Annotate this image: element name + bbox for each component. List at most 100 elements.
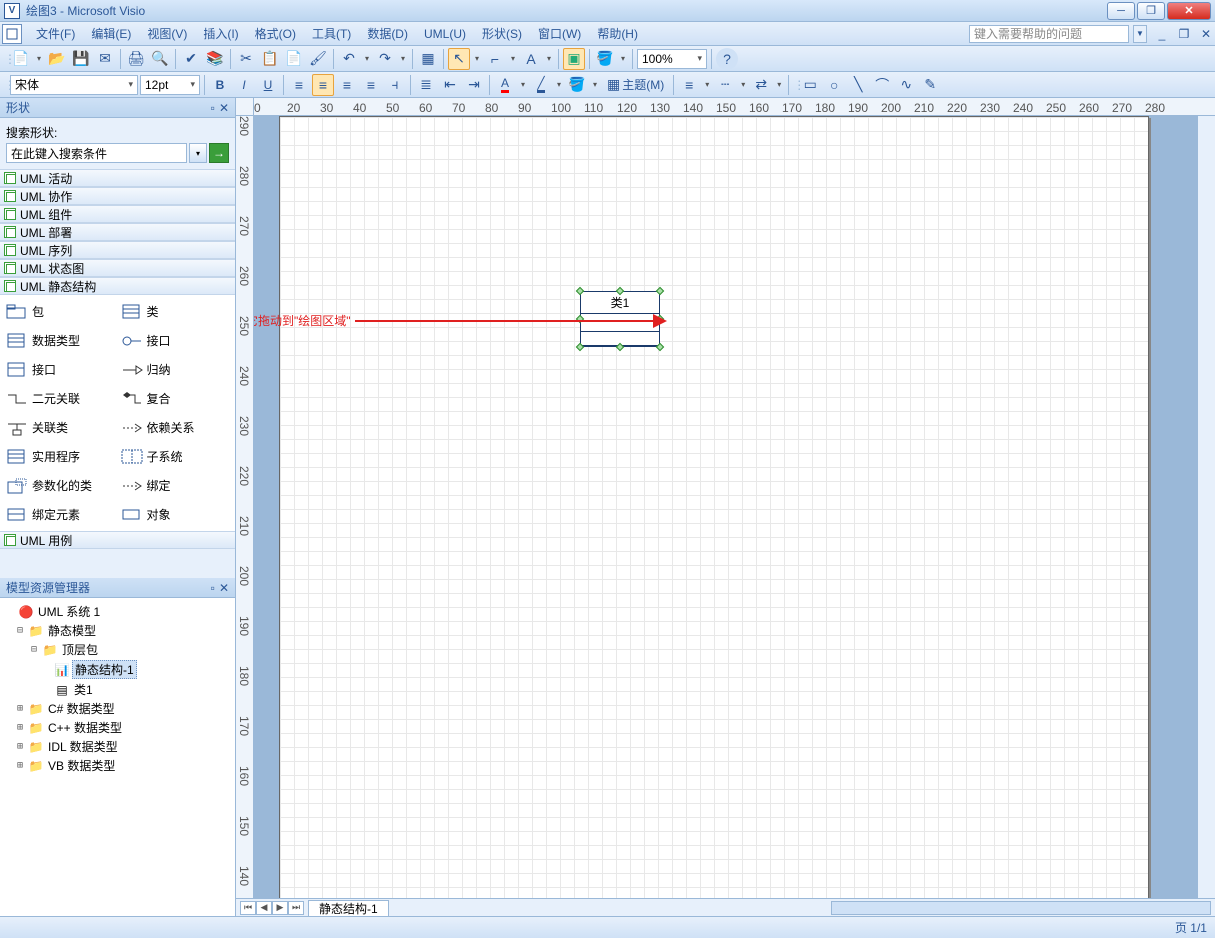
research-button[interactable]: 📚 <box>204 48 226 70</box>
fontsize-select[interactable]: 12pt▾ <box>140 75 200 95</box>
connection-point-button[interactable]: ▣ <box>563 48 585 70</box>
pointer-dropdown[interactable]: ▾ <box>472 48 482 70</box>
shapes-close-icon[interactable]: ✕ <box>219 101 229 115</box>
stencil-uml-usecase[interactable]: UML 用例 <box>0 531 235 549</box>
stencil-uml-collaboration[interactable]: UML 协作 <box>0 187 235 205</box>
menu-data[interactable]: 数据(D) <box>359 22 416 45</box>
model-close-icon[interactable]: ✕ <box>219 581 229 595</box>
shape-datatype[interactable]: 数据类型 <box>4 328 117 353</box>
search-input[interactable] <box>6 143 187 163</box>
page-tab[interactable]: 静态结构-1 <box>308 900 389 916</box>
menu-file[interactable]: 文件(F) <box>28 22 83 45</box>
line-color-button[interactable]: ╱ <box>530 74 552 96</box>
menu-uml[interactable]: UML(U) <box>416 24 474 44</box>
shape-interface-lollipop[interactable]: 接口 <box>119 328 232 353</box>
shape-binding[interactable]: 绑定 <box>119 473 232 498</box>
freeform-tool-button[interactable]: ∿ <box>895 74 917 96</box>
menu-window[interactable]: 窗口(W) <box>530 22 589 45</box>
tab-nav-last[interactable]: ⏭ <box>288 901 304 915</box>
shape-bound-element[interactable]: 绑定元素 <box>4 502 117 527</box>
menu-help[interactable]: 帮助(H) <box>589 22 646 45</box>
italic-button[interactable]: I <box>233 74 255 96</box>
arc-tool-button[interactable]: ⌒ <box>871 74 893 96</box>
shapes-maximize-icon[interactable]: ▫ <box>211 101 215 115</box>
distribute-button[interactable]: ⫞ <box>384 74 406 96</box>
menu-view[interactable]: 视图(V) <box>139 22 195 45</box>
connector-dropdown[interactable]: ▾ <box>508 48 518 70</box>
print-preview-button[interactable]: 🔍 <box>149 48 171 70</box>
tree-cpp-types[interactable]: ⊞📁C++ 数据类型 <box>4 718 231 737</box>
line-pattern-dropdown[interactable]: ▾ <box>738 74 748 96</box>
drawing-page[interactable]: 类1 <box>279 116 1149 898</box>
tree-static-model[interactable]: ⊟📁静态模型 <box>4 621 231 640</box>
stencil-uml-component[interactable]: UML 组件 <box>0 205 235 223</box>
help-button[interactable]: ? <box>716 48 738 70</box>
align-right-button[interactable]: ≡ <box>336 74 358 96</box>
stencil-uml-deployment[interactable]: UML 部署 <box>0 223 235 241</box>
text-dropdown[interactable]: ▾ <box>544 48 554 70</box>
model-maximize-icon[interactable]: ▫ <box>211 581 215 595</box>
line-ends-button[interactable]: ⇄ <box>750 74 772 96</box>
tree-idl-types[interactable]: ⊞📁IDL 数据类型 <box>4 737 231 756</box>
line-ends-dropdown[interactable]: ▾ <box>774 74 784 96</box>
menu-edit[interactable]: 编辑(E) <box>83 22 139 45</box>
pointer-tool-button[interactable]: ↖ <box>448 48 470 70</box>
shape-composition[interactable]: 复合 <box>119 386 232 411</box>
increase-indent-button[interactable]: ⇥ <box>463 74 485 96</box>
stencil-uml-sequence[interactable]: UML 序列 <box>0 241 235 259</box>
copy-button[interactable]: 📋 <box>259 48 281 70</box>
menu-insert[interactable]: 插入(I) <box>195 22 246 45</box>
zoom-select[interactable]: 100%▾ <box>637 49 707 69</box>
shape-generalization[interactable]: 归纳 <box>119 357 232 382</box>
align-justify-button[interactable]: ≡ <box>360 74 382 96</box>
shape-subsystem[interactable]: 子系统 <box>119 444 232 469</box>
fill-color-dropdown[interactable]: ▾ <box>590 74 600 96</box>
rectangle-tool-button[interactable]: ▭ <box>799 74 821 96</box>
uml-class-shape[interactable]: 类1 <box>580 291 660 347</box>
save-button[interactable]: 💾 <box>70 48 92 70</box>
align-left-button[interactable]: ≡ <box>288 74 310 96</box>
align-center-button[interactable]: ≡ <box>312 74 334 96</box>
bold-button[interactable]: B <box>209 74 231 96</box>
redo-button[interactable]: ↷ <box>374 48 396 70</box>
font-select[interactable]: 宋体▾ <box>10 75 138 95</box>
cut-button[interactable]: ✂ <box>235 48 257 70</box>
search-dropdown[interactable]: ▾ <box>189 143 207 163</box>
connector-tool-button[interactable]: ⌐ <box>484 48 506 70</box>
line-weight-dropdown[interactable]: ▾ <box>702 74 712 96</box>
canvas-viewport[interactable]: 类1 将它拖动到"绘图区域" <box>254 116 1197 898</box>
stencil-uml-static-structure[interactable]: UML 静态结构 <box>0 277 235 295</box>
underline-button[interactable]: U <box>257 74 279 96</box>
shape-binary-association[interactable]: 二元关联 <box>4 386 117 411</box>
shape-object[interactable]: 对象 <box>119 502 232 527</box>
text-tool-button[interactable]: A <box>520 48 542 70</box>
shape-package[interactable]: 包 <box>4 299 117 324</box>
doc-minimize[interactable]: _ <box>1155 27 1169 41</box>
font-color-button[interactable]: A <box>494 74 516 96</box>
tab-nav-next[interactable]: ▶ <box>272 901 288 915</box>
maximize-button[interactable]: ❐ <box>1137 2 1165 20</box>
resize-handle[interactable] <box>656 343 664 351</box>
line-weight-button[interactable]: ≡ <box>678 74 700 96</box>
shape-dependency[interactable]: 依赖关系 <box>119 415 232 440</box>
help-dropdown[interactable]: ▼ <box>1133 25 1147 43</box>
horizontal-scrollbar[interactable] <box>831 901 1211 915</box>
font-color-dropdown[interactable]: ▾ <box>518 74 528 96</box>
new-button[interactable]: 📄 <box>10 48 32 70</box>
print-button[interactable]: 🖨 <box>125 48 147 70</box>
open-button[interactable]: 📂 <box>46 48 68 70</box>
tree-class1[interactable]: ▤类1 <box>4 680 231 699</box>
tree-root[interactable]: 🔴UML 系统 1 <box>4 602 231 621</box>
tab-nav-first[interactable]: ⏮ <box>240 901 256 915</box>
paste-button[interactable]: 📄 <box>283 48 305 70</box>
help-search-input[interactable] <box>969 25 1129 43</box>
menu-tools[interactable]: 工具(T) <box>304 22 359 45</box>
redo-dropdown[interactable]: ▾ <box>398 48 408 70</box>
new-dropdown[interactable]: ▾ <box>34 48 44 70</box>
fill-dropdown[interactable]: ▾ <box>618 48 628 70</box>
bullets-button[interactable]: ≣ <box>415 74 437 96</box>
undo-button[interactable]: ↶ <box>338 48 360 70</box>
fill-button[interactable]: 🪣 <box>594 48 616 70</box>
shape-parameterized-class[interactable]: 参数化的类 <box>4 473 117 498</box>
doc-restore[interactable]: ❐ <box>1177 27 1191 41</box>
